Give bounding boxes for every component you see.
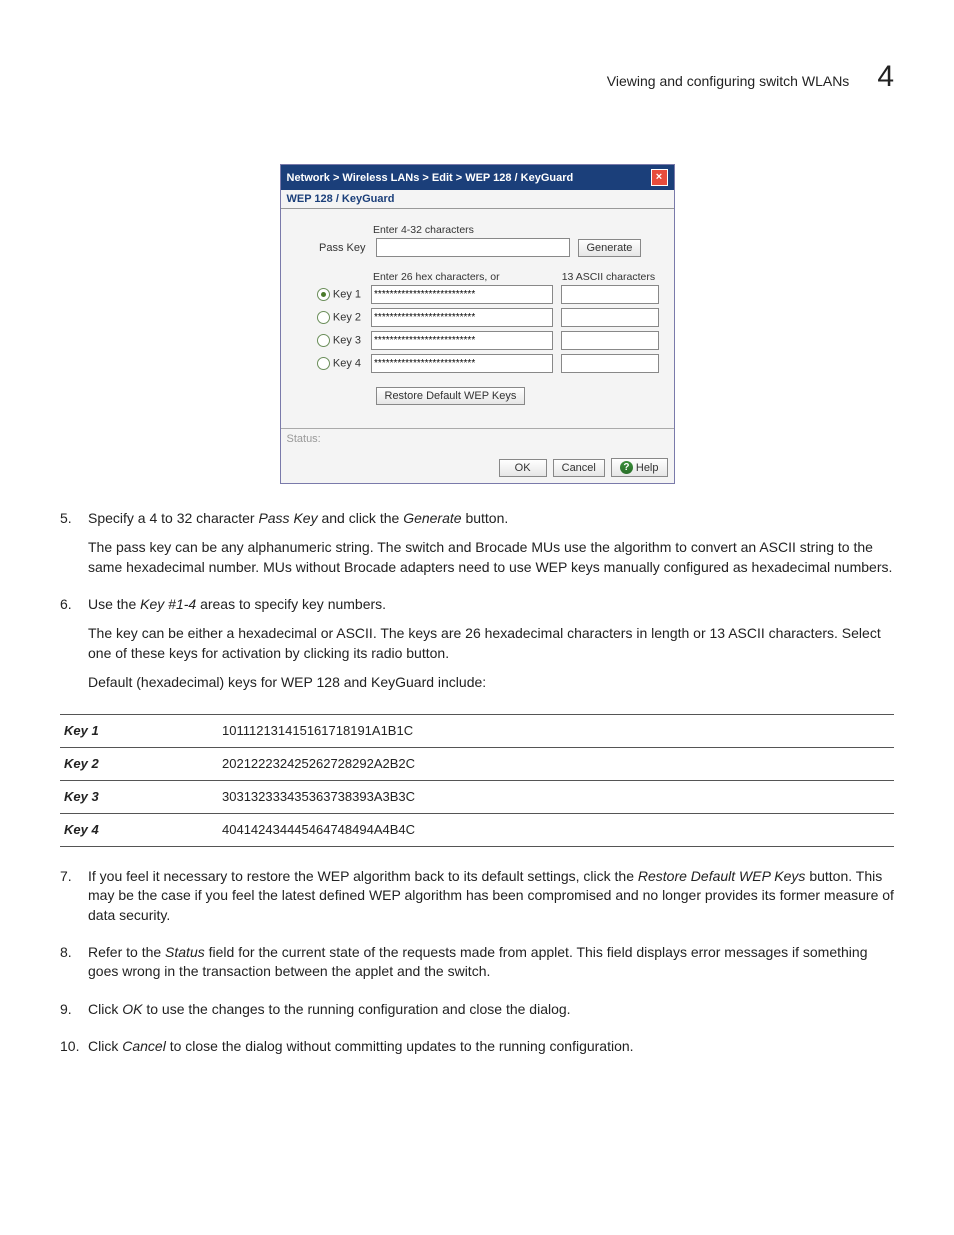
key4-label: Key 4 [333,357,361,369]
key2-ascii-input[interactable] [561,308,659,327]
passkey-input[interactable] [376,238,570,257]
help-icon: ? [620,461,633,474]
step-9: 9. Click OK to use the changes to the ru… [60,1000,894,1029]
table-row: Key 3303132333435363738393A3B3C [60,781,894,814]
cancel-button[interactable]: Cancel [553,459,605,477]
key1-radio[interactable] [317,288,330,301]
key2-radio[interactable] [317,311,330,324]
table-row: Key 1101112131415161718191A1B1C [60,715,894,748]
step-6: 6. Use the Key #1-4 areas to specify key… [60,595,894,702]
generate-button[interactable]: Generate [578,239,642,257]
key3-hex-input[interactable] [371,331,553,350]
restore-button[interactable]: Restore Default WEP Keys [376,387,526,405]
help-label: Help [636,462,659,474]
chapter-number: 4 [877,60,894,94]
step-5: 5. Specify a 4 to 32 character Pass Key … [60,509,894,587]
key3-radio[interactable] [317,334,330,347]
key1-hex-input[interactable] [371,285,553,304]
key1-ascii-input[interactable] [561,285,659,304]
close-icon[interactable]: × [651,169,668,186]
wep-dialog: Network > Wireless LANs > Edit > WEP 128… [280,164,675,484]
key4-ascii-input[interactable] [561,354,659,373]
status-label: Status: [281,428,674,455]
step-8: 8. Refer to the Status field for the cur… [60,943,894,992]
default-keys-table: Key 1101112131415161718191A1B1C Key 2202… [60,714,894,847]
key3-label: Key 3 [333,334,361,346]
ascii-hint: 13 ASCII characters [562,271,659,283]
key1-label: Key 1 [333,288,361,300]
dialog-titlebar: Network > Wireless LANs > Edit > WEP 128… [281,165,674,190]
hex-hint: Enter 26 hex characters, or [373,271,562,283]
step-10: 10. Click Cancel to close the dialog wit… [60,1037,894,1066]
passkey-label: Pass Key [296,242,376,254]
breadcrumb: Network > Wireless LANs > Edit > WEP 128… [287,172,651,184]
table-row: Key 2202122232425262728292A2B2C [60,748,894,781]
table-row: Key 4404142434445464748494A4B4C [60,814,894,847]
ok-button[interactable]: OK [499,459,547,477]
page-header: Viewing and configuring switch WLANs 4 [60,60,894,94]
key4-hex-input[interactable] [371,354,553,373]
step-7: 7. If you feel it necessary to restore t… [60,867,894,935]
help-button[interactable]: ? Help [611,458,668,477]
key4-radio[interactable] [317,357,330,370]
key2-hex-input[interactable] [371,308,553,327]
key2-label: Key 2 [333,311,361,323]
dialog-subtitle: WEP 128 / KeyGuard [281,190,674,209]
key3-ascii-input[interactable] [561,331,659,350]
passkey-hint: Enter 4-32 characters [373,224,562,236]
header-title: Viewing and configuring switch WLANs [607,73,850,89]
